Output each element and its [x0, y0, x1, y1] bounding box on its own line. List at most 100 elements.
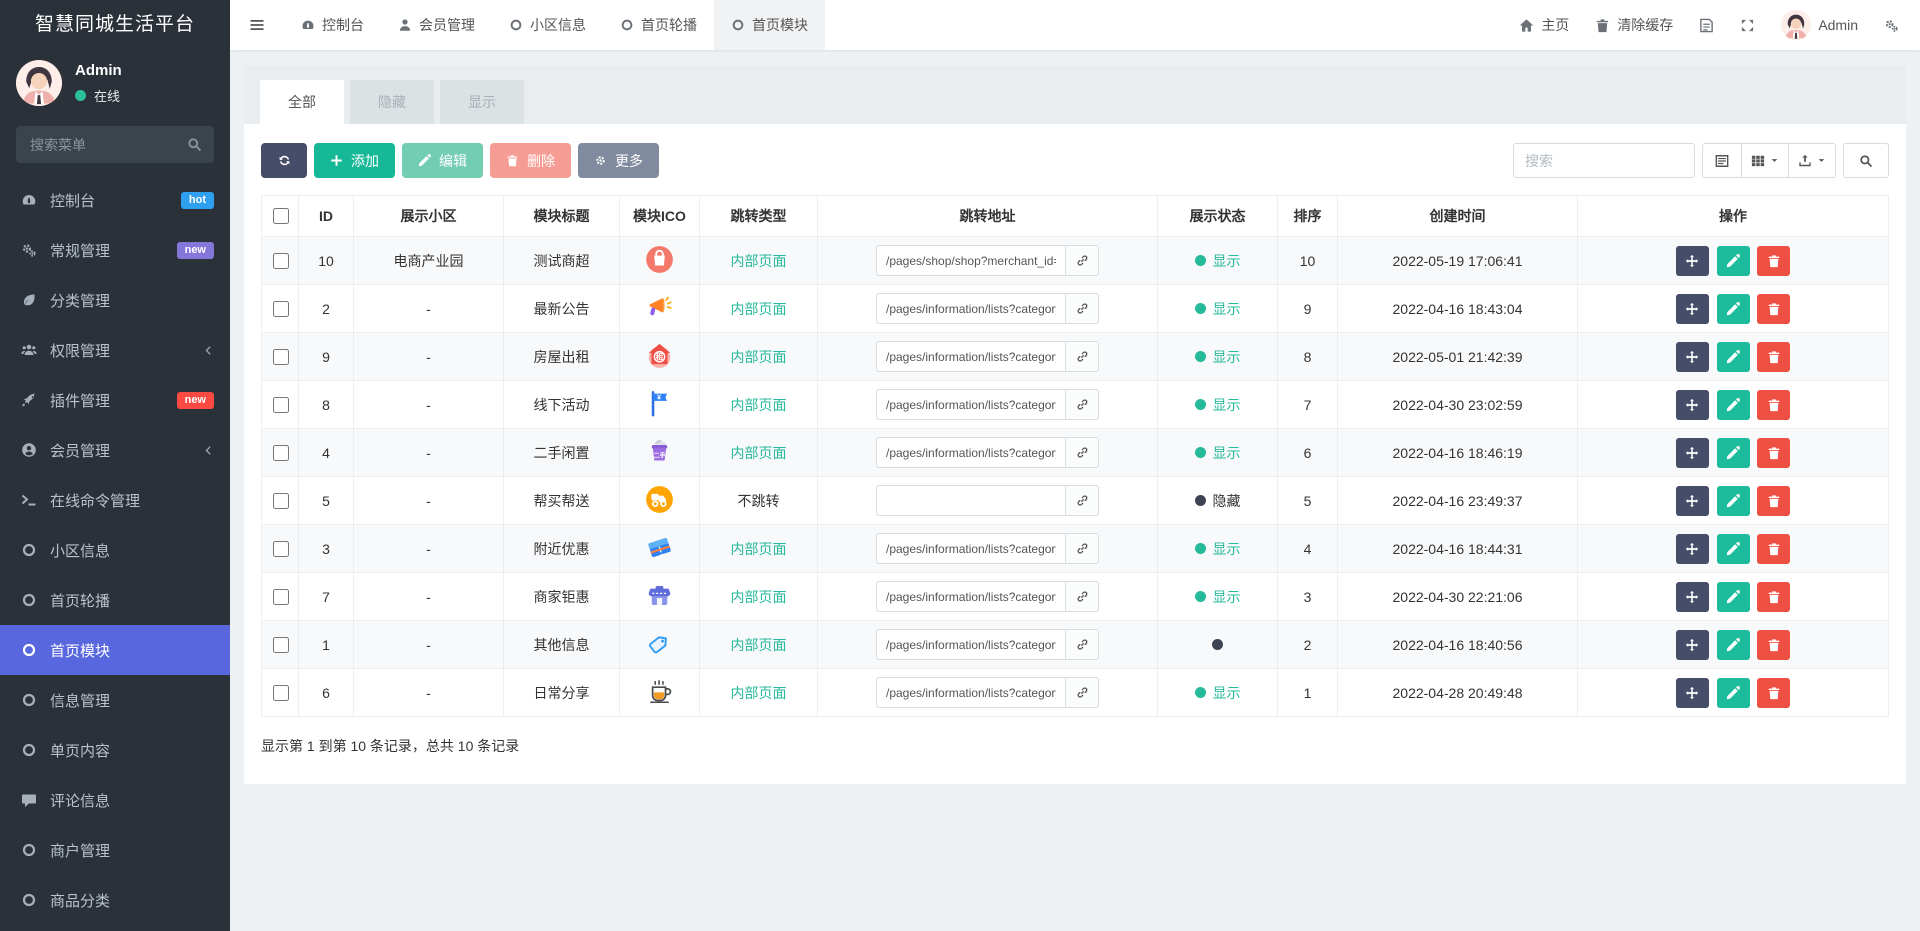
- nav-tab-community[interactable]: 小区信息: [492, 0, 603, 50]
- jump-url-input[interactable]: [876, 677, 1066, 708]
- sidebar-item-command[interactable]: 在线命令管理: [0, 475, 230, 525]
- sidebar-item-banner[interactable]: 首页轮播: [0, 575, 230, 625]
- move-button[interactable]: [1675, 485, 1709, 516]
- delete-row-button[interactable]: [1757, 677, 1791, 708]
- sidebar-item-auth[interactable]: 权限管理: [0, 325, 230, 375]
- move-button[interactable]: [1675, 245, 1709, 276]
- row-checkbox[interactable]: [272, 636, 289, 653]
- nav-tab-dashboard[interactable]: 控制台: [284, 0, 381, 50]
- delete-row-button[interactable]: [1757, 245, 1791, 276]
- edit-button[interactable]: 编辑: [402, 143, 483, 178]
- delete-row-button[interactable]: [1757, 437, 1791, 468]
- sidebar-item-single-page[interactable]: 单页内容: [0, 725, 230, 775]
- link-button[interactable]: [1066, 533, 1099, 564]
- detail-view-button[interactable]: [1702, 143, 1742, 178]
- link-button[interactable]: [1066, 293, 1099, 324]
- move-button[interactable]: [1675, 677, 1709, 708]
- move-button[interactable]: [1675, 341, 1709, 372]
- fullscreen-button[interactable]: [1727, 0, 1768, 50]
- sidebar-item-goods-category[interactable]: 商品分类: [0, 875, 230, 925]
- edit-row-button[interactable]: [1716, 245, 1750, 276]
- link-button[interactable]: [1066, 245, 1099, 276]
- menu-search-input[interactable]: [16, 126, 214, 163]
- column-header[interactable]: 跳转地址: [817, 195, 1158, 237]
- delete-row-button[interactable]: [1757, 629, 1791, 660]
- jump-url-input[interactable]: [876, 629, 1066, 660]
- link-button[interactable]: [1066, 437, 1099, 468]
- row-checkbox[interactable]: [272, 540, 289, 557]
- filter-tab-hidden[interactable]: 隐藏: [350, 80, 434, 124]
- sidebar-item-home-module[interactable]: 首页模块: [0, 625, 230, 675]
- edit-row-button[interactable]: [1716, 389, 1750, 420]
- move-button[interactable]: [1675, 389, 1709, 420]
- edit-row-button[interactable]: [1716, 581, 1750, 612]
- link-button[interactable]: [1066, 677, 1099, 708]
- link-button[interactable]: [1066, 389, 1099, 420]
- delete-row-button[interactable]: [1757, 389, 1791, 420]
- column-header[interactable]: ID: [298, 195, 354, 237]
- delete-row-button[interactable]: [1757, 581, 1791, 612]
- link-button[interactable]: [1066, 629, 1099, 660]
- row-checkbox[interactable]: [272, 300, 289, 317]
- edit-row-button[interactable]: [1716, 629, 1750, 660]
- move-button[interactable]: [1675, 629, 1709, 660]
- row-checkbox[interactable]: [272, 492, 289, 509]
- sidebar-item-member[interactable]: 会员管理: [0, 425, 230, 475]
- more-button[interactable]: 更多: [578, 143, 659, 178]
- hamburger-menu-icon[interactable]: [230, 0, 284, 50]
- nav-tab-banner[interactable]: 首页轮播: [603, 0, 714, 50]
- move-button[interactable]: [1675, 437, 1709, 468]
- nav-tab-member[interactable]: 会员管理: [381, 0, 492, 50]
- column-header[interactable]: 展示状态: [1157, 195, 1278, 237]
- filter-tab-all[interactable]: 全部: [260, 80, 344, 124]
- column-header[interactable]: 创建时间: [1337, 195, 1578, 237]
- sidebar-item-community[interactable]: 小区信息: [0, 525, 230, 575]
- nav-tab-home-module[interactable]: 首页模块: [714, 0, 825, 50]
- sidebar-item-information[interactable]: 信息管理: [0, 675, 230, 725]
- sidebar-item-merchant[interactable]: 商户管理: [0, 825, 230, 875]
- edit-row-button[interactable]: [1716, 293, 1750, 324]
- column-header[interactable]: 操作: [1577, 195, 1889, 237]
- delete-button[interactable]: 删除: [490, 143, 571, 178]
- link-button[interactable]: [1066, 485, 1099, 516]
- column-header[interactable]: 模块标题: [503, 195, 620, 237]
- move-button[interactable]: [1675, 293, 1709, 324]
- row-checkbox[interactable]: [272, 348, 289, 365]
- sidebar-item-addon[interactable]: 插件管理 new: [0, 375, 230, 425]
- sidebar-item-category[interactable]: 分类管理: [0, 275, 230, 325]
- delete-row-button[interactable]: [1757, 533, 1791, 564]
- row-checkbox[interactable]: [272, 684, 289, 701]
- row-checkbox[interactable]: [272, 252, 289, 269]
- delete-row-button[interactable]: [1757, 485, 1791, 516]
- columns-button[interactable]: [1741, 143, 1789, 178]
- avatar[interactable]: [16, 60, 62, 106]
- jump-url-input[interactable]: [876, 341, 1066, 372]
- settings-button[interactable]: [1871, 0, 1912, 50]
- jump-url-input[interactable]: [876, 389, 1066, 420]
- move-button[interactable]: [1675, 581, 1709, 612]
- add-button[interactable]: 添加: [314, 143, 395, 178]
- edit-row-button[interactable]: [1716, 437, 1750, 468]
- select-all-checkbox[interactable]: [272, 208, 289, 224]
- jump-url-input[interactable]: [876, 437, 1066, 468]
- column-header[interactable]: 跳转类型: [699, 195, 818, 237]
- export-button[interactable]: [1788, 143, 1836, 178]
- edit-row-button[interactable]: [1716, 485, 1750, 516]
- jump-url-input[interactable]: [876, 581, 1066, 612]
- filter-tab-shown[interactable]: 显示: [440, 80, 524, 124]
- move-button[interactable]: [1675, 533, 1709, 564]
- row-checkbox[interactable]: [272, 444, 289, 461]
- jump-url-input[interactable]: [876, 245, 1066, 276]
- edit-row-button[interactable]: [1716, 677, 1750, 708]
- clear-cache-button[interactable]: 清除缓存: [1582, 0, 1686, 50]
- jump-url-input[interactable]: [876, 485, 1066, 516]
- column-header[interactable]: 模块ICO: [619, 195, 700, 237]
- admin-user-menu[interactable]: Admin: [1768, 0, 1871, 50]
- edit-row-button[interactable]: [1716, 341, 1750, 372]
- delete-row-button[interactable]: [1757, 293, 1791, 324]
- link-button[interactable]: [1066, 581, 1099, 612]
- link-button[interactable]: [1066, 341, 1099, 372]
- home-link[interactable]: 主页: [1506, 0, 1582, 50]
- refresh-button[interactable]: [261, 143, 307, 178]
- column-header[interactable]: 排序: [1277, 195, 1338, 237]
